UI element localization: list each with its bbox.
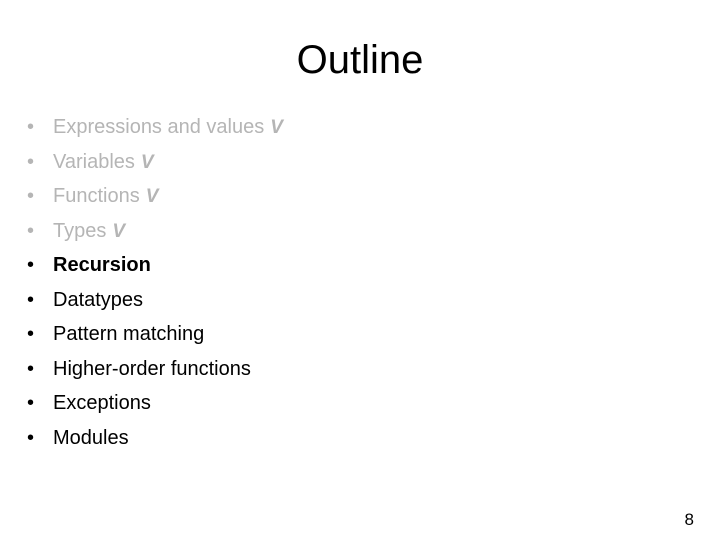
outline-item: • Exceptions [14,386,574,421]
outline-item-label: Higher-order functions [53,357,251,380]
outline-item: • Functions V [14,179,574,214]
bullet-icon: • [27,185,35,207]
outline-item-label: Datatypes [53,288,144,311]
check-mark-icon: V [140,151,154,173]
outline-item-label: Recursion [53,254,151,276]
outline-item: • Higher-order functions [14,352,574,387]
outline-item-label: Modules [53,426,129,449]
bullet-icon: • [27,323,35,345]
bullet-icon: • [27,288,35,311]
page-number: 8 [684,510,694,529]
bullet-icon: • [27,426,35,449]
bullet-icon: • [27,254,35,276]
check-mark-icon: V [270,117,283,138]
outline-item: • Pattern matching [14,317,574,352]
bullet-icon: • [27,116,35,138]
bullet-icon: • [27,392,35,414]
outline-item-label: Variables [53,150,135,173]
outline-item-label: Expressions and values [53,116,265,138]
outline-item: • Expressions and values V [14,110,574,145]
outline-item: • Types V [14,214,574,249]
outline-item: • Recursion [14,248,574,283]
slide: Outline • Expressions and values V • Variabl… [0,0,720,540]
page-title: Outline [296,38,424,82]
bullet-icon: • [27,150,35,173]
outline-list: • Expressions and values V • Variables V • Func… [14,110,574,455]
outline-item: • Modules [14,421,574,456]
outline-item-label: Types [53,219,107,242]
outline-item: • Datatypes [14,283,574,318]
check-mark-icon: V [112,220,126,242]
outline-item-label: Exceptions [53,392,151,414]
bullet-icon: • [27,219,35,242]
check-mark-icon: V [145,186,159,207]
outline-item-label: Functions [53,185,140,207]
outline-item: • Variables V [14,145,574,180]
outline-item-label: Pattern matching [53,323,205,345]
bullet-icon: • [27,357,35,380]
